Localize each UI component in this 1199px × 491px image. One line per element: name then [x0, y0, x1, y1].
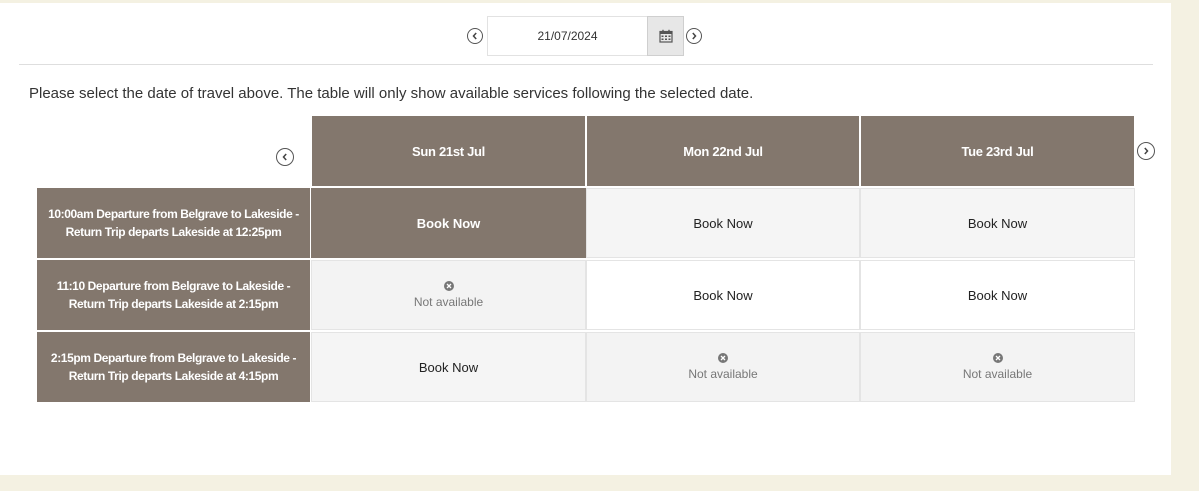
- next-date-button[interactable]: [686, 28, 702, 44]
- close-circle-icon: [718, 353, 728, 363]
- close-circle-icon: [992, 353, 1003, 363]
- unavailable-cell: Not available: [860, 332, 1135, 402]
- timetable-next-button[interactable]: [1137, 142, 1155, 160]
- service-row-header: 2:15pm Departure from Belgrave to Lakesi…: [37, 332, 310, 402]
- chevron-left-icon: [472, 32, 477, 40]
- unavailable-label: Not available: [688, 367, 758, 381]
- calendar-button[interactable]: [647, 16, 684, 56]
- date-input[interactable]: [487, 16, 647, 56]
- close-circle-icon: [443, 281, 454, 291]
- column-header-mon-22: Mon 22nd Jul: [587, 116, 859, 186]
- service-row-header: 10:00am Departure from Belgrave to Lakes…: [37, 188, 310, 258]
- previous-date-button[interactable]: [467, 28, 483, 44]
- chevron-right-icon: [1144, 147, 1149, 155]
- timetable-previous-button[interactable]: [276, 148, 294, 166]
- book-now-button[interactable]: Book Now: [860, 188, 1135, 258]
- instructions-text: Please select the date of travel above. …: [29, 85, 754, 102]
- divider: [19, 64, 1153, 65]
- book-now-button[interactable]: Book Now: [586, 260, 860, 330]
- unavailable-label: Not available: [413, 295, 484, 309]
- chevron-right-icon: [692, 32, 697, 40]
- date-picker-row: [0, 3, 1171, 65]
- unavailable-cell: Not available: [311, 260, 586, 330]
- column-header-tue-23: Tue 23rd Jul: [861, 116, 1134, 186]
- chevron-left-icon: [282, 153, 287, 161]
- book-now-button[interactable]: Book Now: [311, 188, 586, 258]
- book-now-button[interactable]: Book Now: [860, 260, 1135, 330]
- service-row-header: 11:10 Departure from Belgrave to Lakesid…: [37, 260, 310, 330]
- book-now-button[interactable]: Book Now: [311, 332, 586, 402]
- column-header-sun-21: Sun 21st Jul: [312, 116, 585, 186]
- timetable-panel: Please select the date of travel above. …: [0, 3, 1171, 475]
- unavailable-cell: Not available: [586, 332, 860, 402]
- calendar-icon: [658, 29, 673, 43]
- unavailable-label: Not available: [962, 367, 1033, 381]
- book-now-button[interactable]: Book Now: [586, 188, 860, 258]
